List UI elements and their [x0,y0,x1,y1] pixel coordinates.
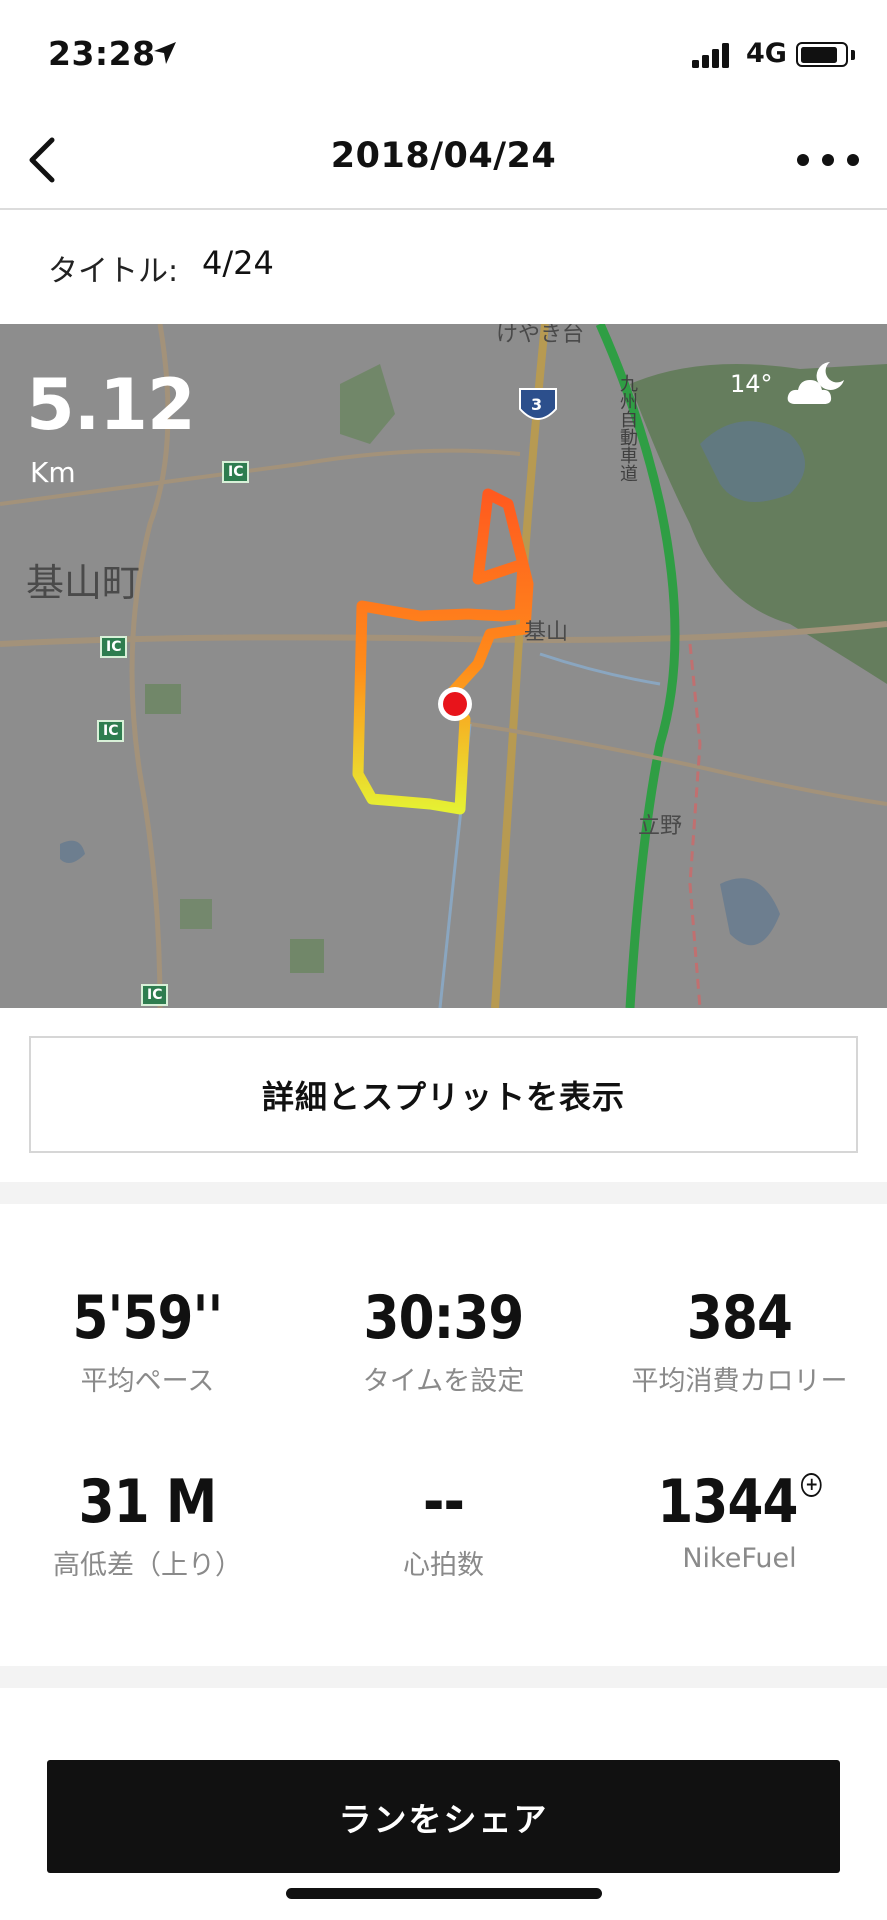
more-options-button[interactable] [797,140,859,180]
stat-label: 心拍数 [403,1550,484,1581]
stat-elevation-gain: 31 M 高低差（上り） [0,1467,295,1582]
weather-temperature: 14° [730,370,773,398]
stat-average-pace: 5'59'' 平均ペース [0,1283,295,1398]
dot [847,154,859,166]
nav-bar: 2018/04/24 [0,110,887,210]
battery-cap [851,50,855,60]
stat-label: 平均ペース [80,1366,215,1397]
battery-icon [796,42,848,67]
network-type: 4G [746,38,787,69]
stat-value: 1344 + [613,1467,867,1537]
ic-badge: IC [222,461,250,483]
stat-calories: 384 平均消費カロリー [592,1283,887,1398]
ic-badge: IC [141,984,169,1006]
dot [822,154,834,166]
cloudy-night-icon [787,362,844,404]
dot [797,154,809,166]
map-label-area: けやき台 [496,324,585,347]
nikefuel-plus-icon: + [800,1473,822,1497]
title-value: 4/24 [202,244,274,282]
signal-icon [692,42,736,68]
nikefuel-value: 1344 [657,1467,798,1537]
section-divider [0,1666,887,1688]
location-arrow-icon [154,42,176,64]
stat-duration: 30:39 タイムを設定 [296,1283,591,1398]
stat-label: NikeFuel [682,1543,797,1574]
stat-value: 31 M [78,1467,218,1537]
route-map[interactable]: 基山町 けやき台 基山 立野 九州自動車道 3 IC IC IC IC 5.12… [0,324,887,1008]
status-time: 23:28 [48,34,156,73]
stat-value: 384 [686,1283,793,1353]
stat-label: 高低差（上り） [53,1550,242,1581]
map-label-station: 基山 [524,620,569,645]
section-divider [0,1182,887,1204]
stat-label: 平均消費カロリー [631,1366,848,1397]
map-label-town: 基山町 [26,561,141,605]
map-label-expressway: 九州自動車道 [617,374,638,482]
stat-value: -- [422,1467,465,1537]
ic-badge: IC [97,720,125,742]
stat-value: 5'59'' [72,1283,224,1353]
distance-unit: Km [30,456,76,489]
stat-value: 30:39 [363,1283,525,1353]
stat-nikefuel: 1344 + NikeFuel [592,1467,887,1574]
distance-value: 5.12 [26,364,196,446]
show-details-splits-button[interactable]: 詳細とスプリットを表示 [29,1036,858,1153]
home-indicator [286,1888,602,1899]
ic-badge: IC [100,636,128,658]
page-title: 2018/04/24 [330,136,557,176]
stat-label: タイムを設定 [362,1366,525,1397]
stats-grid: 5'59'' 平均ペース 30:39 タイムを設定 384 平均消費カロリー 3… [0,1205,887,1665]
status-bar: 23:28 4G [0,0,887,110]
stat-heart-rate: -- 心拍数 [296,1467,591,1582]
map-label-route: 3 [531,395,543,414]
share-run-button[interactable]: ランをシェア [47,1760,840,1873]
activity-title-row[interactable]: タイトル: 4/24 [0,212,887,324]
map-label-tateno: 立野 [638,814,683,839]
title-label: タイトル: [48,254,179,289]
